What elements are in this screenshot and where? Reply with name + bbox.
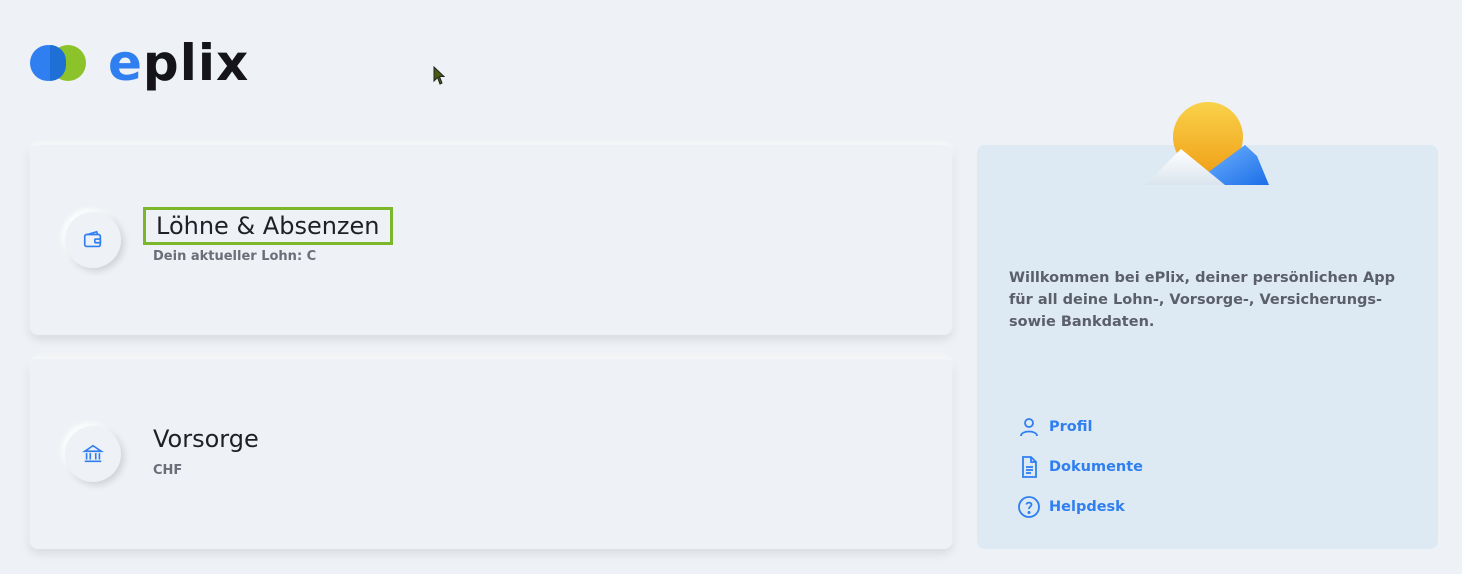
wallet-icon [65, 212, 121, 268]
sun-mountain-illustration [1145, 102, 1269, 185]
helpdesk-link[interactable]: Helpdesk [1017, 487, 1143, 527]
card-title: Vorsorge [153, 425, 259, 453]
user-icon [1020, 418, 1038, 437]
card-subtitle: Dein aktueller Lohn: C [153, 249, 317, 264]
welcome-text: Willkommen bei ePlix, deiner persönliche… [1009, 270, 1395, 330]
help-icon [1018, 496, 1040, 518]
mouse-cursor-icon [433, 66, 446, 85]
card-title: Löhne & Absenzen [143, 207, 393, 245]
document-icon [1022, 456, 1037, 478]
bank-icon [65, 426, 121, 482]
dokumente-link[interactable]: Dokumente [1017, 447, 1143, 487]
card-vorsorge[interactable]: Vorsorge CHF [30, 359, 952, 549]
card-loehne-absenzen[interactable]: Löhne & Absenzen Dein aktueller Lohn: C [30, 145, 952, 335]
helpdesk-label: Helpdesk [1049, 499, 1125, 515]
dokumente-label: Dokumente [1049, 459, 1143, 475]
logo-mark [30, 41, 88, 85]
card-subtitle: CHF [153, 463, 183, 478]
logo-text: eplix [108, 34, 250, 92]
profil-link[interactable]: Profil [1017, 407, 1143, 447]
sidebar-links: Profil Dokumente Helpdesk [1017, 407, 1143, 527]
eplix-logo[interactable]: eplix [30, 38, 249, 88]
profil-label: Profil [1049, 419, 1093, 435]
welcome-panel: Willkommen bei ePlix, deiner persönliche… [977, 102, 1438, 549]
